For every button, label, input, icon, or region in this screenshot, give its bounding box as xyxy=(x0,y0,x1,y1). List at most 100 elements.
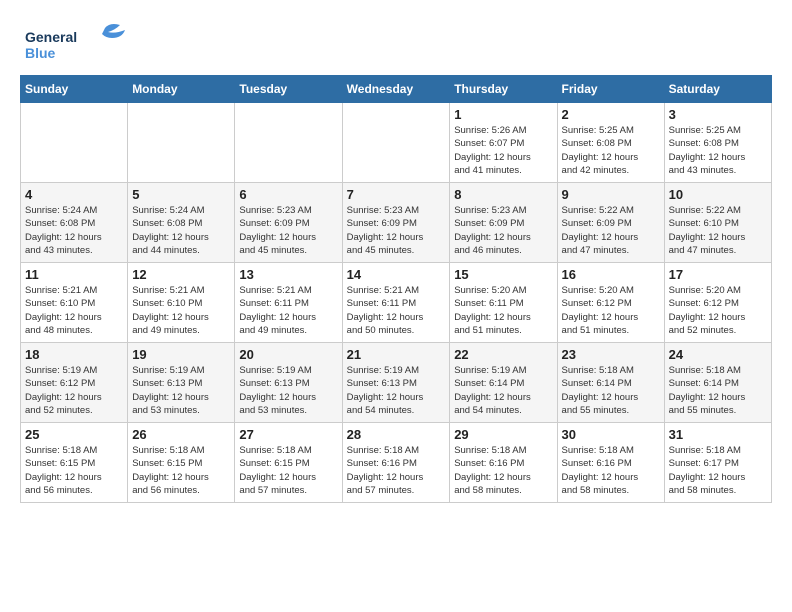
day-number: 4 xyxy=(25,187,123,202)
day-info: Sunrise: 5:18 AM Sunset: 6:17 PM Dayligh… xyxy=(669,444,767,497)
day-cell: 4Sunrise: 5:24 AM Sunset: 6:08 PM Daylig… xyxy=(21,183,128,263)
day-cell: 14Sunrise: 5:21 AM Sunset: 6:11 PM Dayli… xyxy=(342,263,450,343)
day-number: 11 xyxy=(25,267,123,282)
day-number: 14 xyxy=(347,267,446,282)
day-info: Sunrise: 5:23 AM Sunset: 6:09 PM Dayligh… xyxy=(454,204,552,257)
day-cell: 30 Sunrise: 5:18 AM Sunset: 6:16 PM Dayli… xyxy=(557,423,664,503)
day-info: Sunrise: 5:25 AM Sunset: 6:08 PM Dayligh… xyxy=(562,124,660,177)
day-cell: 28 Sunrise: 5:18 AM Sunset: 6:16 PM Dayli… xyxy=(342,423,450,503)
calendar-body: 1 Sunrise: 5:26 AM Sunset: 6:07 PM Daylig… xyxy=(21,103,772,503)
day-number: 17 xyxy=(669,267,767,282)
calendar-header: SundayMondayTuesdayWednesdayThursdayFrid… xyxy=(21,76,772,103)
day-cell: 16Sunrise: 5:20 AM Sunset: 6:12 PM Dayli… xyxy=(557,263,664,343)
day-info: Sunrise: 5:20 AM Sunset: 6:11 PM Dayligh… xyxy=(454,284,552,337)
day-cell: 3 Sunrise: 5:25 AM Sunset: 6:08 PM Daylig… xyxy=(664,103,771,183)
day-number: 23 xyxy=(562,347,660,362)
day-number: 25 xyxy=(25,427,123,442)
day-cell: 26 Sunrise: 5:18 AM Sunset: 6:15 PM Dayli… xyxy=(128,423,235,503)
day-info: Sunrise: 5:20 AM Sunset: 6:12 PM Dayligh… xyxy=(562,284,660,337)
day-cell xyxy=(235,103,342,183)
day-header-saturday: Saturday xyxy=(664,76,771,103)
day-info: Sunrise: 5:19 AM Sunset: 6:13 PM Dayligh… xyxy=(132,364,230,417)
day-number: 19 xyxy=(132,347,230,362)
day-number: 30 xyxy=(562,427,660,442)
day-header-friday: Friday xyxy=(557,76,664,103)
day-info: Sunrise: 5:23 AM Sunset: 6:09 PM Dayligh… xyxy=(239,204,337,257)
day-cell xyxy=(342,103,450,183)
day-info: Sunrise: 5:25 AM Sunset: 6:08 PM Dayligh… xyxy=(669,124,767,177)
day-info: Sunrise: 5:21 AM Sunset: 6:11 PM Dayligh… xyxy=(239,284,337,337)
day-info: Sunrise: 5:26 AM Sunset: 6:07 PM Dayligh… xyxy=(454,124,552,177)
week-row-5: 25 Sunrise: 5:18 AM Sunset: 6:15 PM Dayli… xyxy=(21,423,772,503)
day-header-tuesday: Tuesday xyxy=(235,76,342,103)
day-number: 10 xyxy=(669,187,767,202)
day-info: Sunrise: 5:20 AM Sunset: 6:12 PM Dayligh… xyxy=(669,284,767,337)
day-number: 15 xyxy=(454,267,552,282)
day-header-monday: Monday xyxy=(128,76,235,103)
day-number: 26 xyxy=(132,427,230,442)
day-cell: 11 Sunrise: 5:21 AM Sunset: 6:10 PM Dayli… xyxy=(21,263,128,343)
day-info: Sunrise: 5:22 AM Sunset: 6:10 PM Dayligh… xyxy=(669,204,767,257)
day-cell: 27 Sunrise: 5:18 AM Sunset: 6:15 PM Dayli… xyxy=(235,423,342,503)
day-cell xyxy=(21,103,128,183)
day-cell: 8 Sunrise: 5:23 AM Sunset: 6:09 PM Daylig… xyxy=(450,183,557,263)
day-info: Sunrise: 5:18 AM Sunset: 6:16 PM Dayligh… xyxy=(562,444,660,497)
week-row-1: 1 Sunrise: 5:26 AM Sunset: 6:07 PM Daylig… xyxy=(21,103,772,183)
day-number: 21 xyxy=(347,347,446,362)
day-header-wednesday: Wednesday xyxy=(342,76,450,103)
day-cell: 10 Sunrise: 5:22 AM Sunset: 6:10 PM Dayli… xyxy=(664,183,771,263)
day-cell: 25 Sunrise: 5:18 AM Sunset: 6:15 PM Dayli… xyxy=(21,423,128,503)
day-number: 3 xyxy=(669,107,767,122)
day-info: Sunrise: 5:18 AM Sunset: 6:15 PM Dayligh… xyxy=(239,444,337,497)
day-info: Sunrise: 5:22 AM Sunset: 6:09 PM Dayligh… xyxy=(562,204,660,257)
day-cell: 18 Sunrise: 5:19 AM Sunset: 6:12 PM Dayli… xyxy=(21,343,128,423)
day-number: 5 xyxy=(132,187,230,202)
day-info: Sunrise: 5:18 AM Sunset: 6:16 PM Dayligh… xyxy=(347,444,446,497)
day-number: 7 xyxy=(347,187,446,202)
day-number: 22 xyxy=(454,347,552,362)
day-number: 2 xyxy=(562,107,660,122)
day-info: Sunrise: 5:19 AM Sunset: 6:13 PM Dayligh… xyxy=(239,364,337,417)
day-number: 31 xyxy=(669,427,767,442)
page-header: General Blue xyxy=(20,20,772,65)
svg-text:Blue: Blue xyxy=(25,45,56,61)
day-number: 27 xyxy=(239,427,337,442)
day-info: Sunrise: 5:19 AM Sunset: 6:13 PM Dayligh… xyxy=(347,364,446,417)
svg-text:General: General xyxy=(25,29,77,45)
day-info: Sunrise: 5:21 AM Sunset: 6:10 PM Dayligh… xyxy=(132,284,230,337)
calendar-table: SundayMondayTuesdayWednesdayThursdayFrid… xyxy=(20,75,772,503)
week-row-3: 11 Sunrise: 5:21 AM Sunset: 6:10 PM Dayli… xyxy=(21,263,772,343)
day-cell: 15 Sunrise: 5:20 AM Sunset: 6:11 PM Dayli… xyxy=(450,263,557,343)
day-info: Sunrise: 5:21 AM Sunset: 6:10 PM Dayligh… xyxy=(25,284,123,337)
day-cell: 1 Sunrise: 5:26 AM Sunset: 6:07 PM Daylig… xyxy=(450,103,557,183)
day-number: 12 xyxy=(132,267,230,282)
day-number: 18 xyxy=(25,347,123,362)
day-number: 20 xyxy=(239,347,337,362)
day-info: Sunrise: 5:19 AM Sunset: 6:14 PM Dayligh… xyxy=(454,364,552,417)
day-cell: 20 Sunrise: 5:19 AM Sunset: 6:13 PM Dayli… xyxy=(235,343,342,423)
day-info: Sunrise: 5:18 AM Sunset: 6:16 PM Dayligh… xyxy=(454,444,552,497)
day-cell: 9Sunrise: 5:22 AM Sunset: 6:09 PM Daylig… xyxy=(557,183,664,263)
day-cell: 12 Sunrise: 5:21 AM Sunset: 6:10 PM Dayli… xyxy=(128,263,235,343)
day-cell: 19 Sunrise: 5:19 AM Sunset: 6:13 PM Dayli… xyxy=(128,343,235,423)
day-info: Sunrise: 5:18 AM Sunset: 6:15 PM Dayligh… xyxy=(25,444,123,497)
day-info: Sunrise: 5:18 AM Sunset: 6:14 PM Dayligh… xyxy=(562,364,660,417)
day-number: 6 xyxy=(239,187,337,202)
day-info: Sunrise: 5:18 AM Sunset: 6:15 PM Dayligh… xyxy=(132,444,230,497)
day-number: 1 xyxy=(454,107,552,122)
day-number: 28 xyxy=(347,427,446,442)
day-cell: 29Sunrise: 5:18 AM Sunset: 6:16 PM Dayli… xyxy=(450,423,557,503)
day-cell: 22 Sunrise: 5:19 AM Sunset: 6:14 PM Dayli… xyxy=(450,343,557,423)
day-info: Sunrise: 5:24 AM Sunset: 6:08 PM Dayligh… xyxy=(132,204,230,257)
day-header-sunday: Sunday xyxy=(21,76,128,103)
logo: General Blue xyxy=(20,20,130,65)
header-row: SundayMondayTuesdayWednesdayThursdayFrid… xyxy=(21,76,772,103)
day-cell: 13Sunrise: 5:21 AM Sunset: 6:11 PM Dayli… xyxy=(235,263,342,343)
day-info: Sunrise: 5:23 AM Sunset: 6:09 PM Dayligh… xyxy=(347,204,446,257)
day-number: 8 xyxy=(454,187,552,202)
logo-svg: General Blue xyxy=(20,20,130,65)
day-cell: 23 Sunrise: 5:18 AM Sunset: 6:14 PM Dayli… xyxy=(557,343,664,423)
day-info: Sunrise: 5:19 AM Sunset: 6:12 PM Dayligh… xyxy=(25,364,123,417)
day-header-thursday: Thursday xyxy=(450,76,557,103)
day-cell xyxy=(128,103,235,183)
